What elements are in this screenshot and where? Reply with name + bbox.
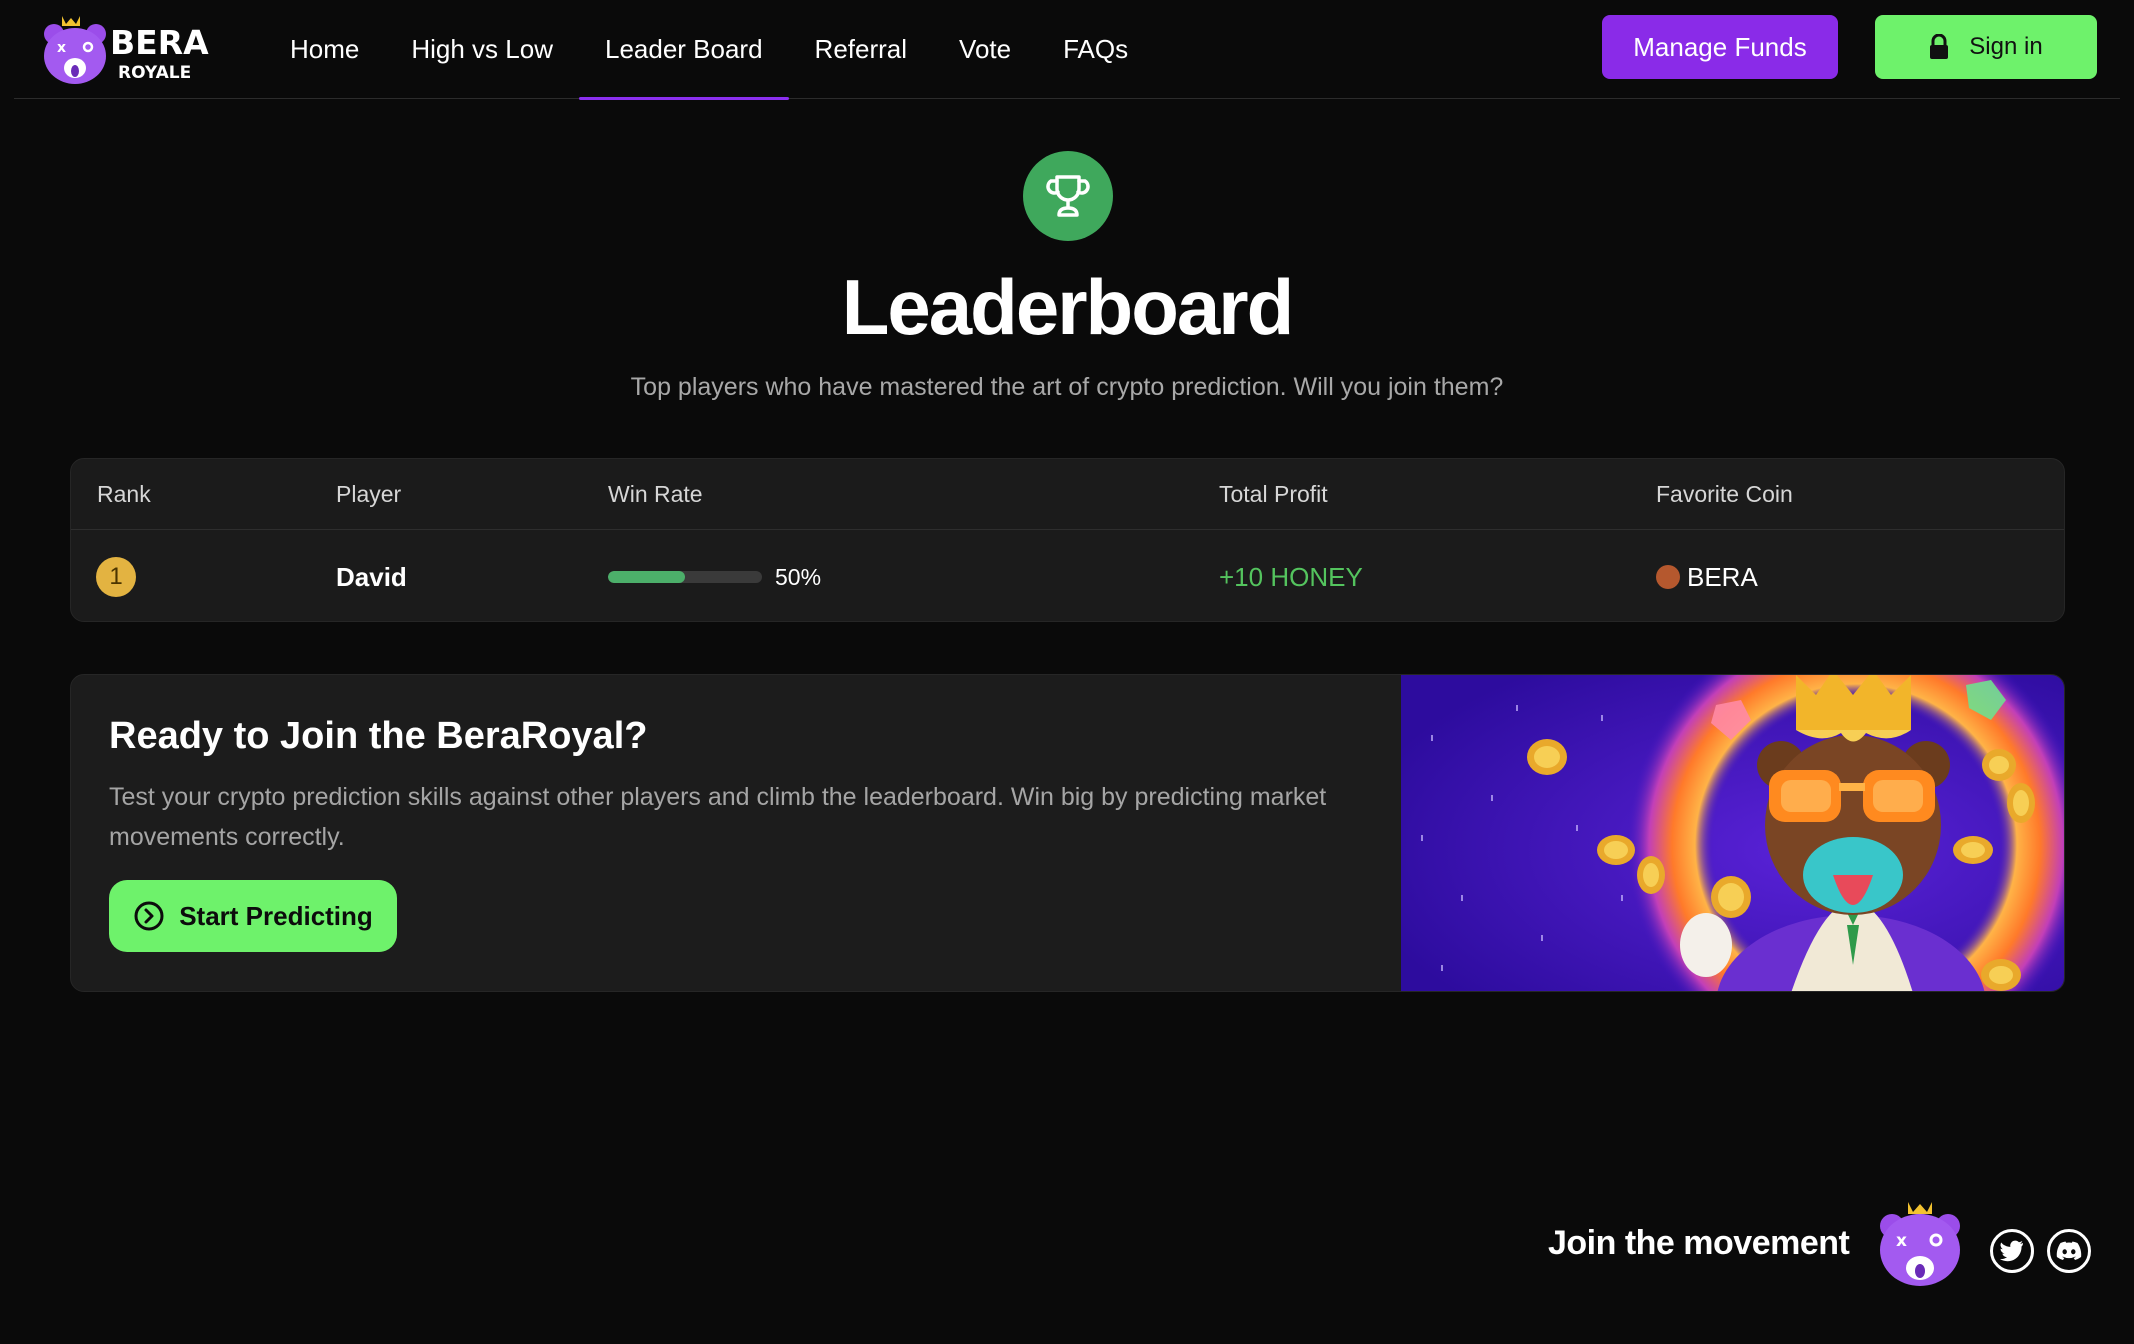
page-title: Leaderboard (841, 263, 1294, 351)
column-header-player: Player (336, 481, 402, 507)
play-circle-icon (134, 901, 164, 931)
sign-in-button[interactable]: Sign in (1875, 15, 2097, 79)
table-header: Rank Player Win Rate Total Profit Favori… (71, 459, 2064, 530)
svg-text:ROYALE: ROYALE (118, 63, 191, 83)
leaderboard-table: Rank Player Win Rate Total Profit Favori… (70, 458, 2065, 622)
win-rate-value: 50% (775, 563, 822, 590)
start-predicting-button[interactable]: Start Predicting (109, 880, 397, 952)
player-name: David (336, 561, 407, 592)
join-cta-card: Ready to Join the BeraRoyal? Test your c… (70, 674, 2065, 992)
nav-link-faqs[interactable]: FAQs (1037, 0, 1154, 99)
favorite-coin-name: BERA (1687, 561, 1758, 592)
top-nav: x BERA ROYALE Home High vs Low Leader Bo… (14, 0, 2120, 100)
svg-text:x: x (57, 40, 66, 56)
bera-royale-logo[interactable]: x BERA ROYALE (40, 10, 220, 86)
sign-in-label: Sign in (1969, 33, 2043, 60)
table-row[interactable]: 1 David 50% +10 HONEY BERA (71, 531, 2064, 621)
total-profit-value: +10 HONEY (1219, 561, 1363, 592)
join-movement-text: Join the movement (1548, 1224, 1850, 1262)
nav-links: Home High vs Low Leader Board Referral V… (264, 0, 1154, 100)
page-subtitle: Top players who have mastered the art of… (630, 373, 1504, 401)
column-header-rank: Rank (97, 481, 151, 507)
column-header-total-profit: Total Profit (1219, 481, 1328, 507)
nav-link-high-vs-low[interactable]: High vs Low (385, 0, 579, 99)
rank-badge: 1 (96, 557, 136, 597)
win-rate-bar-fill (608, 571, 685, 583)
svg-text:x: x (1896, 1231, 1907, 1251)
manage-funds-button[interactable]: Manage Funds (1602, 15, 1838, 79)
bera-mascot-icon: x (1880, 1202, 1960, 1286)
start-predicting-label: Start Predicting (179, 900, 373, 931)
nav-link-referral[interactable]: Referral (789, 0, 933, 99)
bera-coin-icon (1656, 565, 1680, 589)
bear-king-illustration (1401, 675, 2064, 991)
nav-link-vote[interactable]: Vote (933, 0, 1037, 99)
nav-link-leader-board[interactable]: Leader Board (578, 0, 789, 100)
column-header-favorite-coin: Favorite Coin (1656, 481, 1793, 507)
win-rate-bar (608, 571, 762, 583)
column-header-win-rate: Win Rate (608, 481, 703, 507)
trophy-icon (1023, 151, 1113, 241)
cta-title: Ready to Join the BeraRoyal? (109, 715, 648, 757)
cta-description: Test your crypto prediction skills again… (109, 783, 1327, 851)
discord-icon[interactable] (2047, 1229, 2091, 1273)
twitter-icon[interactable] (1990, 1229, 2034, 1273)
nav-link-home[interactable]: Home (264, 0, 385, 99)
svg-text:BERA: BERA (110, 23, 209, 62)
lock-icon (1930, 34, 1949, 59)
